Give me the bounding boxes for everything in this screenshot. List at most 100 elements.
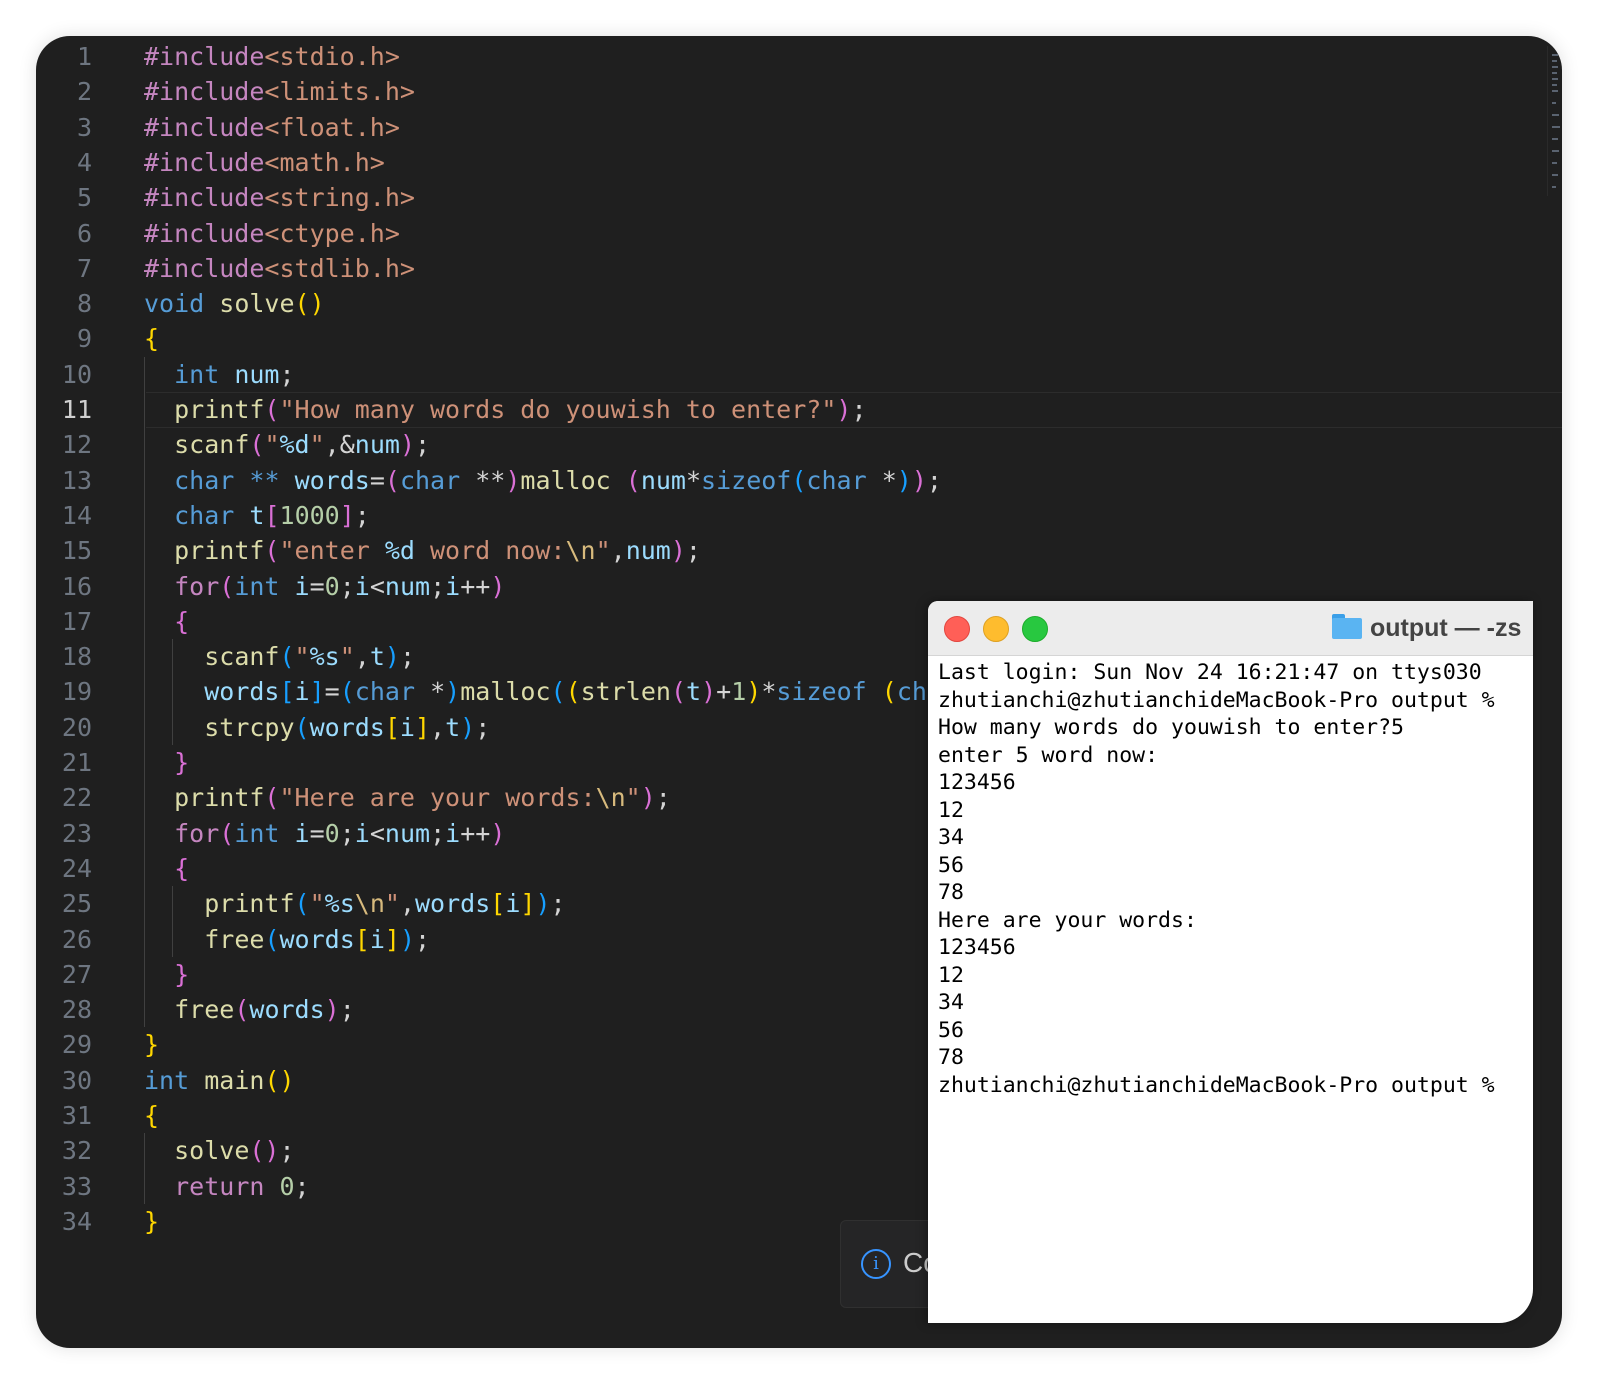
code-token: 1 <box>731 677 747 707</box>
code-text: char t[1000]; <box>144 498 370 534</box>
code-token: words <box>204 677 280 707</box>
code-text: { <box>144 321 159 357</box>
code-token: ) <box>746 677 762 707</box>
line-number: 20 <box>61 712 92 742</box>
code-token: i <box>369 924 385 954</box>
code-token: %d <box>279 430 310 460</box>
code-text: return 0; <box>144 1169 310 1205</box>
code-line[interactable]: 14 char t[1000]; <box>36 498 1562 534</box>
terminal-line: 34 <box>938 825 964 850</box>
code-line[interactable]: 9{ <box>36 321 1562 357</box>
code-token: ; <box>354 500 370 530</box>
code-token: " <box>264 430 280 460</box>
line-number: 18 <box>61 642 92 672</box>
code-line[interactable]: 6 #include<ctype.h> <box>36 216 1562 252</box>
code-token: () <box>264 1065 295 1095</box>
code-token: main <box>204 1065 265 1095</box>
code-token: "How many words do youwish to enter?" <box>279 395 837 424</box>
code-line[interactable]: 16 for(int i=0;i<num;i++) <box>36 569 1562 605</box>
maximize-button[interactable] <box>1022 616 1048 642</box>
line-number: 2 <box>76 77 92 107</box>
code-text: #include<string.h> <box>144 180 415 216</box>
line-number: 9 <box>76 324 92 354</box>
code-token: <stdio.h> <box>264 42 400 71</box>
code-token: , <box>430 712 446 742</box>
code-token: \n <box>354 889 385 919</box>
terminal-output[interactable]: Last login: Sun Nov 24 16:21:47 on ttys0… <box>938 659 1533 1099</box>
code-token: ; <box>655 783 671 813</box>
code-line[interactable]: 2 #include<limits.h> <box>36 74 1562 110</box>
code-token: <stdlib.h> <box>264 253 415 283</box>
code-token: = <box>309 818 325 848</box>
indent-guide <box>144 356 145 1028</box>
code-token: " <box>309 889 325 919</box>
code-text: void solve() <box>144 286 325 322</box>
code-token: 1000 <box>279 500 340 530</box>
terminal-line: 123456 <box>938 770 1016 795</box>
code-text: char ** words=(char **)malloc (num*sizeo… <box>144 463 942 499</box>
code-token: { <box>144 324 160 354</box>
code-token: ) <box>896 465 912 495</box>
code-text: #include<ctype.h> <box>144 216 400 252</box>
code-line[interactable]: 5 #include<string.h> <box>36 180 1562 216</box>
indent-guide <box>144 1133 145 1204</box>
code-token: for <box>174 818 220 848</box>
code-line[interactable]: 1 #include<stdio.h> <box>36 39 1562 75</box>
terminal-titlebar[interactable]: output — -zs <box>928 601 1533 656</box>
code-token: ] <box>339 500 355 530</box>
code-token: t <box>369 642 385 672</box>
code-line[interactable]: 7 #include<stdlib.h> <box>36 251 1562 287</box>
code-token: ) <box>535 889 551 919</box>
code-token: ( <box>294 889 310 919</box>
code-token: } <box>174 959 190 989</box>
code-line[interactable]: 12 scanf("%d",&num); <box>36 427 1562 463</box>
code-line[interactable]: 8 void solve() <box>36 286 1562 322</box>
code-line[interactable]: 4 #include<math.h> <box>36 145 1562 181</box>
code-token: [ <box>490 889 506 919</box>
code-token: ; <box>399 642 416 672</box>
code-token: <string.h> <box>264 183 415 213</box>
code-token: ,& <box>324 430 355 460</box>
code-text: #include<stdlib.h> <box>144 251 415 287</box>
code-token: ) <box>399 430 415 460</box>
terminal-line: 12 <box>938 797 964 823</box>
terminal-line: Here are your words: <box>938 907 1197 933</box>
code-token: ( <box>881 677 897 707</box>
code-token: ) <box>640 783 656 813</box>
code-text: } <box>144 1027 159 1063</box>
code-token: ; <box>926 465 942 495</box>
code-text: scanf("%s",t); <box>144 639 415 675</box>
terminal-line: 78 <box>938 1045 964 1070</box>
terminal-line: 56 <box>938 1017 964 1043</box>
line-number: 11 <box>61 395 92 424</box>
code-line[interactable]: 11 printf("How many words do youwish to … <box>36 392 1562 428</box>
line-number: 27 <box>61 959 92 989</box>
code-line[interactable]: 3 #include<float.h> <box>36 110 1562 146</box>
code-token: ; <box>279 1136 295 1166</box>
code-token: ** <box>460 465 506 495</box>
line-number: 23 <box>61 818 92 848</box>
code-token: words <box>279 924 355 954</box>
code-line[interactable]: 15 printf("enter %d word now:\n",num); <box>36 533 1562 569</box>
line-number: 33 <box>61 1171 92 1201</box>
code-token: ; <box>339 995 355 1025</box>
code-token: free <box>204 924 265 954</box>
code-line[interactable]: 13 char ** words=(char **)malloc (num*si… <box>36 463 1562 499</box>
code-token: words <box>249 995 325 1025</box>
line-number: 28 <box>61 995 92 1025</box>
info-icon: i <box>861 1249 891 1279</box>
close-button[interactable] <box>944 616 970 642</box>
minimize-button[interactable] <box>983 616 1009 642</box>
code-line[interactable]: 10 int num; <box>36 357 1562 393</box>
minimap[interactable] <box>1547 46 1562 196</box>
code-token: = <box>369 465 385 495</box>
code-token: i <box>294 571 310 601</box>
terminal-window[interactable]: output — -zs Last login: Sun Nov 24 16:2… <box>928 601 1533 1323</box>
terminal-line: 12 <box>938 962 964 988</box>
code-token: printf <box>174 395 265 424</box>
